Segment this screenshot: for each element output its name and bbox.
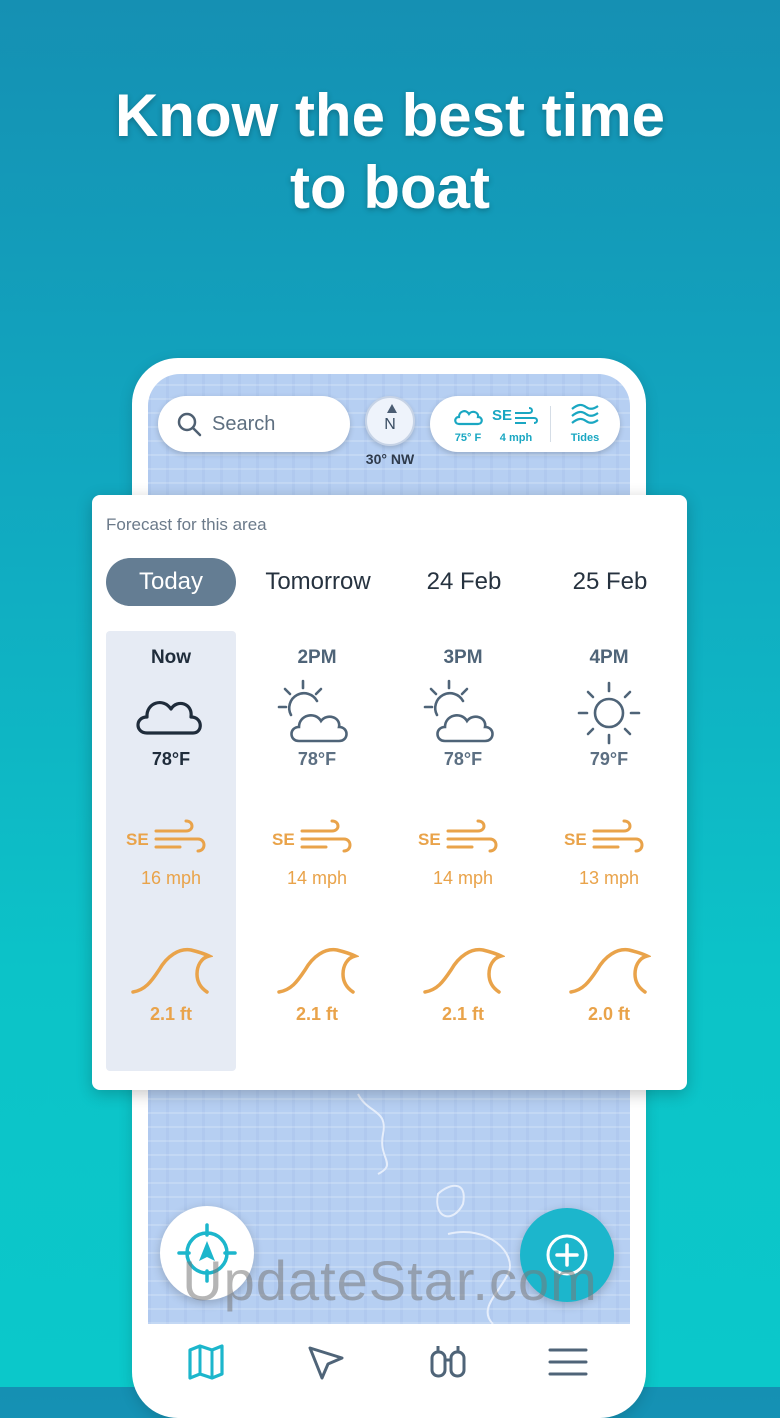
wave-height: 2.1 ft — [149, 1004, 192, 1024]
hour-column-4pm[interactable]: 4PM 79°F SE 13 mph 2.0 ft — [536, 631, 682, 1071]
weather-wind-speed: 4 mph — [499, 432, 533, 444]
tab-24-feb[interactable]: 24 Feb — [396, 558, 532, 606]
map-icon[interactable] — [186, 1342, 226, 1382]
menu-icon[interactable] — [548, 1342, 588, 1382]
hour-time: 2PM — [297, 647, 337, 668]
wave-height: 2.1 ft — [441, 1004, 484, 1024]
hour-temp: 78°F — [151, 749, 191, 769]
weather-summary-pill[interactable]: 75° F SE 4 mph Tides — [430, 396, 620, 452]
hour-temp: 78°F — [297, 749, 337, 769]
compass-arrow-icon — [387, 404, 397, 413]
wave-icon — [131, 947, 213, 994]
search-bar[interactable]: Search — [158, 396, 350, 452]
hour-column-now[interactable]: Now 78°F SE 16 mph 2.1 ft — [98, 631, 244, 1071]
weather-temp: 75° F — [454, 432, 482, 444]
tab-today[interactable]: Today — [106, 558, 236, 606]
wind-direction: SE — [418, 830, 441, 849]
hour-temp: 79°F — [589, 749, 629, 769]
cloud-icon — [454, 410, 483, 426]
watermark: UpdateStar.com — [182, 1249, 598, 1312]
sun-icon — [577, 681, 641, 745]
compass-button[interactable]: N — [365, 396, 415, 446]
wind-icon — [515, 407, 538, 424]
hour-time: Now — [150, 647, 192, 668]
hour-column-3pm[interactable]: 3PM 78°F SE 14 mph 2.1 ft — [390, 631, 536, 1071]
compass-letter: N — [384, 416, 396, 433]
headline-line-2: to boat — [290, 154, 490, 221]
wind-direction: SE — [272, 830, 295, 849]
tides-icon — [571, 403, 599, 424]
compass-heading: 30° NW — [365, 451, 415, 467]
bottom-navigation — [148, 1328, 630, 1387]
forecast-title: Forecast for this area — [106, 515, 267, 534]
weather-wind-dir: SE — [492, 407, 513, 424]
cloud-icon — [136, 700, 202, 735]
headline-line-1: Know the best time — [114, 82, 666, 149]
search-icon — [177, 412, 202, 437]
wave-icon — [277, 947, 359, 994]
tab-25-feb[interactable]: 25 Feb — [542, 558, 678, 606]
search-placeholder: Search — [212, 412, 276, 435]
forecast-card: Forecast for this area Today Tomorrow 24… — [92, 495, 687, 1090]
hour-time: 3PM — [443, 647, 483, 668]
weather-pill-divider — [550, 406, 551, 442]
hour-column-2pm[interactable]: 2PM 78°F SE 14 mph 2.1 ft — [244, 631, 390, 1071]
wind-speed: 14 mph — [286, 868, 348, 888]
wind-speed: 14 mph — [432, 868, 494, 888]
wind-direction: SE — [126, 830, 149, 849]
headline: Know the best time to boat — [0, 80, 780, 224]
wind-direction: SE — [564, 830, 587, 849]
binoculars-icon[interactable] — [428, 1342, 468, 1382]
tab-tomorrow[interactable]: Tomorrow — [250, 558, 386, 606]
wave-icon — [423, 947, 505, 994]
partly-cloudy-icon — [423, 679, 494, 743]
wind-speed: 13 mph — [578, 868, 640, 888]
wave-icon — [569, 947, 651, 994]
navigate-icon[interactable] — [306, 1342, 346, 1382]
wave-height: 2.0 ft — [587, 1004, 630, 1024]
wind-speed: 16 mph — [140, 868, 202, 888]
tides-label: Tides — [570, 432, 600, 444]
partly-cloudy-icon — [277, 679, 348, 743]
hour-temp: 78°F — [443, 749, 483, 769]
wave-height: 2.1 ft — [295, 1004, 338, 1024]
hour-time: 4PM — [589, 647, 629, 668]
